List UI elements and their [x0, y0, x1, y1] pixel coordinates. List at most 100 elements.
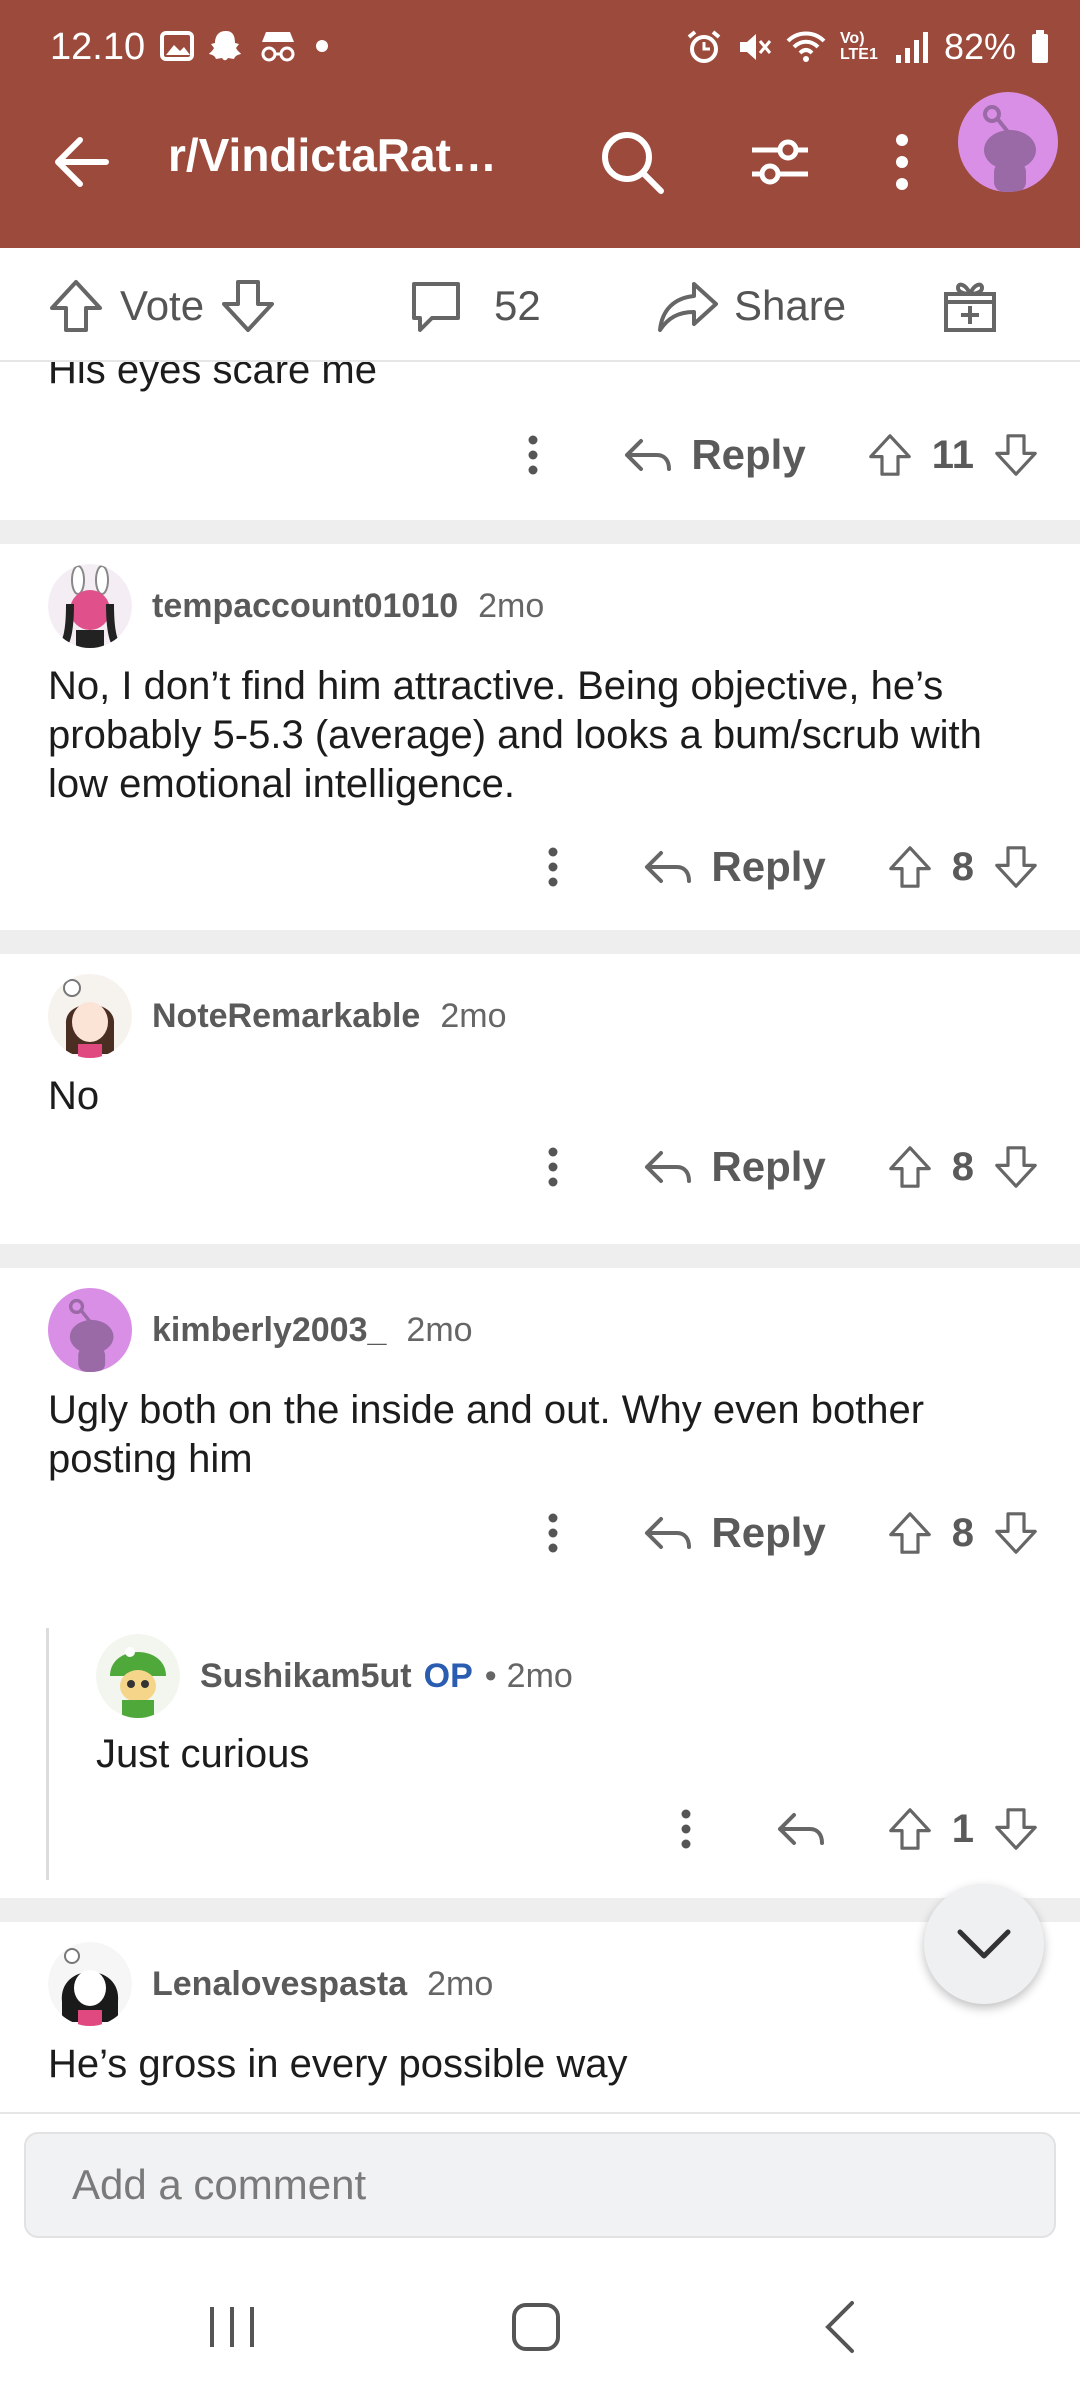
avatar[interactable]	[96, 1634, 180, 1718]
share-label: Share	[734, 282, 847, 329]
comment-votes: 11	[866, 431, 1040, 479]
downvote-icon[interactable]	[992, 843, 1040, 891]
comment-more-button[interactable]	[523, 1147, 583, 1187]
reply-label: Reply	[711, 1509, 826, 1556]
more-vertical-icon	[548, 1147, 558, 1187]
comment: NoteRemarkable 2mo No Reply 8	[0, 954, 1080, 1214]
comment-body: Ugly both on the inside and out. Why eve…	[48, 1388, 925, 1481]
reply-label: Reply	[711, 1143, 826, 1190]
vote-control: Vote	[46, 268, 278, 344]
avatar[interactable]	[48, 974, 132, 1058]
sort-button[interactable]	[740, 122, 820, 202]
avatar[interactable]	[48, 1288, 132, 1372]
upvote-icon[interactable]	[886, 843, 934, 891]
reply-arrow-icon	[645, 1151, 692, 1183]
reply-arrow-icon	[625, 439, 672, 471]
comment-score: 8	[951, 1144, 974, 1189]
avatar[interactable]	[48, 564, 132, 648]
downvote-icon[interactable]	[992, 1143, 1040, 1191]
snoo-avatar-icon	[69, 1298, 114, 1372]
user-avatar-icon	[96, 1634, 180, 1718]
downvote-icon[interactable]	[992, 1509, 1040, 1557]
wifi-icon	[786, 31, 826, 62]
comment-header: Lenalovespasta 2mo	[48, 1942, 493, 2026]
more-vertical-icon	[681, 1809, 691, 1849]
system-nav-bar	[0, 2248, 1080, 2400]
search-button[interactable]	[592, 122, 672, 202]
avatar[interactable]	[48, 1942, 132, 2026]
next-comment-button[interactable]	[924, 1884, 1044, 2004]
sort-icon	[752, 139, 808, 185]
comment: kimberly2003_ 2mo Ugly both on the insid…	[0, 1268, 1080, 1938]
comment-body: He’s gross in every possible way	[48, 2042, 628, 2086]
reply-button[interactable]	[776, 1809, 826, 1849]
comment-score: 8	[951, 1510, 974, 1555]
comment-more-button[interactable]	[503, 435, 563, 475]
comment: tempaccount01010 2mo No, I don’t find hi…	[0, 544, 1080, 934]
downvote-icon[interactable]	[992, 1805, 1040, 1853]
home-icon	[512, 2303, 560, 2351]
add-comment-input[interactable]: Add a comment	[24, 2132, 1056, 2238]
comment-username[interactable]: kimberly2003_	[152, 1311, 386, 1350]
incognito-icon	[261, 32, 295, 62]
upvote-icon[interactable]	[886, 1805, 934, 1853]
thread-line[interactable]	[46, 1628, 49, 1880]
upvote-icon[interactable]	[886, 1509, 934, 1557]
chevron-down-icon	[957, 1929, 1011, 1959]
reply-button[interactable]: Reply	[623, 431, 806, 479]
reply-button[interactable]: Reply	[643, 843, 826, 891]
comment-time: 2mo	[427, 1964, 494, 2003]
system-back-button[interactable]	[800, 2292, 880, 2362]
upvote-icon[interactable]	[866, 431, 914, 479]
comment-header: tempaccount01010 2mo	[48, 564, 544, 648]
comment-more-button[interactable]	[523, 847, 583, 887]
comment-body: No	[48, 1074, 100, 1118]
comment-username[interactable]: tempaccount01010	[152, 587, 458, 626]
alarm-icon	[687, 30, 721, 63]
back-button[interactable]	[46, 126, 118, 198]
award-button[interactable]	[940, 268, 1000, 344]
comment-count: 52	[494, 282, 541, 329]
downvote-icon[interactable]	[218, 276, 278, 336]
home-button[interactable]	[496, 2292, 576, 2362]
vote-label: Vote	[120, 282, 205, 329]
comment-score: 11	[931, 432, 974, 477]
subreddit-title[interactable]: r/VindictaRat…	[168, 128, 497, 182]
comments-feed[interactable]: His eyes scare me Reply 11 tempaccount01…	[0, 362, 1080, 2112]
recent-apps-button[interactable]	[192, 2292, 272, 2362]
reply-button[interactable]: Reply	[643, 1143, 826, 1191]
snoo-avatar-icon	[983, 105, 1036, 192]
upvote-icon[interactable]	[886, 1143, 934, 1191]
user-avatar-icon	[48, 564, 132, 648]
battery-percent: 82%	[943, 26, 1016, 67]
comment-separator	[0, 1244, 1080, 1268]
comment-username[interactable]: Sushikam5ut	[200, 1657, 412, 1696]
gift-icon	[944, 282, 996, 332]
downvote-icon[interactable]	[992, 431, 1040, 479]
user-avatar-button[interactable]	[958, 92, 1058, 192]
reply-header: Sushikam5ut OP • 2mo	[96, 1634, 573, 1718]
upvote-icon[interactable]	[46, 276, 106, 336]
comment-header: NoteRemarkable 2mo	[48, 974, 506, 1058]
comment-separator	[0, 1898, 1080, 1922]
notification-dot-icon	[316, 40, 328, 52]
gallery-icon	[160, 31, 194, 61]
reply-button[interactable]: Reply	[643, 1509, 826, 1557]
overflow-menu-button[interactable]	[862, 122, 942, 202]
reply-arrow-icon	[645, 1517, 692, 1549]
comment-votes: 8	[886, 1143, 1040, 1191]
comment-actions: 1	[656, 1794, 1040, 1864]
share-icon	[658, 282, 718, 332]
app-header: 12.10 Vo) LTE1 82% r/VindictaRat…	[0, 0, 1080, 248]
comment-votes: 8	[886, 843, 1040, 891]
share-button[interactable]: Share	[656, 268, 846, 344]
comment-username[interactable]: NoteRemarkable	[152, 997, 420, 1036]
comment-username[interactable]: Lenalovespasta	[152, 1965, 407, 2004]
comment-more-button[interactable]	[656, 1809, 716, 1849]
comment-more-button[interactable]	[523, 1513, 583, 1553]
comments-button[interactable]: 52	[406, 268, 541, 344]
status-time: 12.10	[50, 26, 146, 68]
comment: His eyes scare me Reply 11	[0, 362, 1080, 520]
reply-arrow-icon	[645, 851, 692, 883]
mute-icon	[739, 34, 772, 60]
